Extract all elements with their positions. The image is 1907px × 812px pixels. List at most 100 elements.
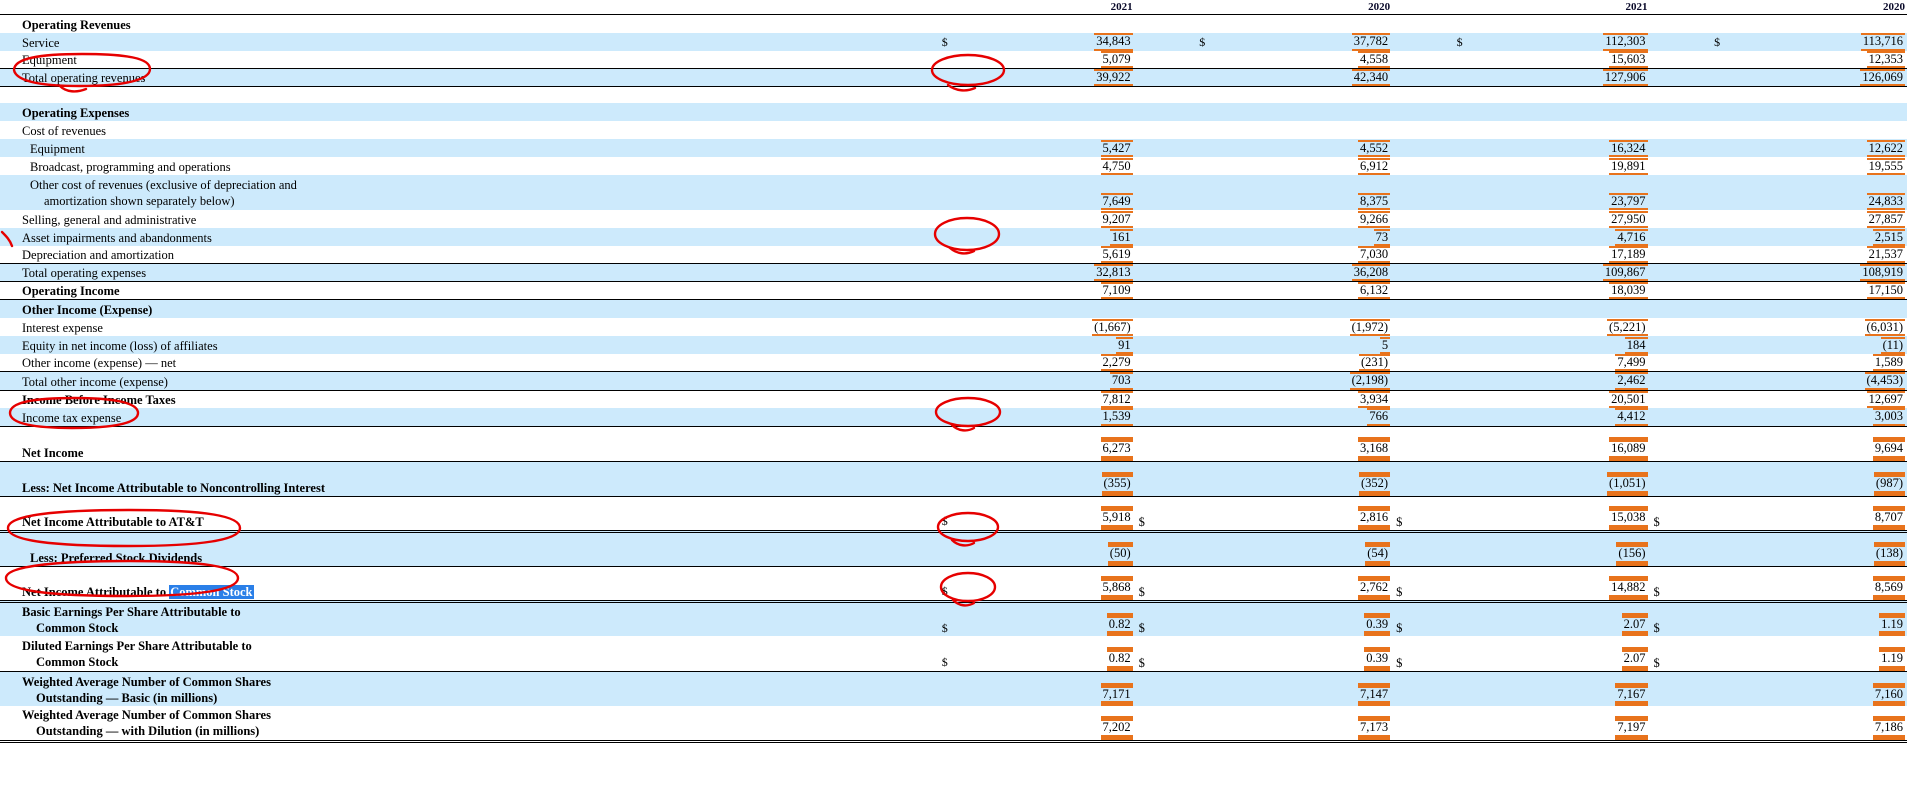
row-label-diluted-eps: Diluted Earnings Per Share Attributable …: [0, 636, 924, 672]
cell-total-other-income-c3: 2,462: [1480, 371, 1650, 391]
currency-symbol: $: [923, 601, 966, 637]
currency-symbol: $: [1392, 496, 1439, 533]
row-label-operating-income: Operating Income: [0, 281, 924, 301]
table-row: Depreciation and amortization 5,619 7,03…: [0, 245, 1907, 264]
income-statement-table: 2021 2020 2021 2020 Operating Revenues S…: [0, 0, 1907, 743]
cell-preferred-dividends-c2: (54): [1223, 531, 1393, 567]
cell-cor-equipment-c4: 12,622: [1738, 138, 1907, 157]
cell-operating-income-c3: 18,039: [1480, 281, 1650, 301]
currency-symbol: $: [1392, 601, 1439, 637]
cell-total-operating-revenues-c3: 127,906: [1480, 68, 1650, 88]
table-row: Other income (expense) — net 2,279 (231)…: [0, 353, 1907, 372]
cell-wavg-diluted-c1: 7,202: [965, 706, 1135, 743]
cell-noncontrolling-c2: (352): [1223, 461, 1393, 497]
cell-equipment-c1: 5,079: [965, 50, 1135, 69]
cell-sga-c4: 27,857: [1738, 209, 1907, 228]
column-header-2020-a: 2020: [1223, 0, 1393, 16]
cell-service-c2: 37,782: [1223, 32, 1393, 51]
cell-depreciation-c3: 17,189: [1480, 245, 1650, 264]
table-row: Asset impairments and abandonments 161 7…: [0, 227, 1907, 246]
cell-total-operating-revenues-c4: 126,069: [1738, 68, 1907, 88]
cell-diluted-eps-c4: 1.19: [1738, 636, 1907, 672]
financial-statement-sheet: 2021 2020 2021 2020 Operating Revenues S…: [0, 0, 1907, 812]
table-row: Total operating revenues 39,922 42,340 1…: [0, 68, 1907, 88]
table-row: Total other income (expense) 703 (2,198)…: [0, 371, 1907, 391]
cell-wavg-basic-c3: 7,167: [1480, 671, 1650, 707]
table-row: Equipment 5,427 4,552 16,324 12,622: [0, 138, 1907, 157]
currency-symbol: $: [1134, 566, 1182, 603]
cell-basic-eps-c1: 0.82: [965, 601, 1135, 637]
currency-symbol: $: [1649, 496, 1697, 533]
currency-symbol: $: [923, 32, 966, 51]
section-heading-label: Operating Revenues: [0, 14, 924, 33]
cell-equipment-c2: 4,558: [1223, 50, 1393, 69]
cell-total-other-income-c2: (2,198): [1223, 371, 1393, 391]
cell-other-cor-c3: 23,797: [1480, 174, 1650, 210]
row-label-prefix: Net Income Attributable to: [22, 584, 170, 599]
row-label-income-before-income-taxes: Income Before Income Taxes: [0, 390, 924, 409]
row-label-cor-equipment: Equipment: [0, 138, 924, 157]
column-header-remnant-row: 2021 2020 2021 2020: [0, 0, 1907, 16]
row-label-line2: Common Stock: [36, 655, 119, 670]
currency-symbol: $: [1649, 601, 1697, 637]
row-label-wavg-shares-diluted: Weighted Average Number of Common Shares…: [0, 706, 924, 743]
cell-depreciation-c2: 7,030: [1223, 245, 1393, 264]
cell-preferred-dividends-c3: (156): [1480, 531, 1650, 567]
cell-asset-impairments-c4: 2,515: [1738, 227, 1907, 246]
cell-net-income-c1: 6,273: [965, 426, 1135, 462]
cell-sga-c2: 9,266: [1223, 209, 1393, 228]
cell-income-tax-expense-c4: 3,003: [1738, 408, 1907, 427]
cell-income-before-taxes-c4: 12,697: [1738, 390, 1907, 409]
table-row: Basic Earnings Per Share Attributable to…: [0, 601, 1907, 637]
table-row: Weighted Average Number of Common Shares…: [0, 706, 1907, 743]
header-spacer: [0, 0, 924, 16]
row-label-line2: Common Stock: [36, 620, 119, 635]
currency-symbol: $: [1696, 32, 1739, 51]
cell-service-c1: 34,843: [965, 32, 1135, 51]
currency-symbol: $: [1134, 636, 1182, 672]
currency-symbol: $: [1181, 32, 1224, 51]
cell-interest-expense-c1: (1,667): [965, 317, 1135, 336]
row-label-total-operating-revenues: Total operating revenues: [0, 68, 924, 88]
table-row: Interest expense (1,667) (1,972) (5,221)…: [0, 317, 1907, 336]
cell-ni-common-c1: 5,868: [965, 566, 1135, 603]
table-row: Broadcast, programming and operations 4,…: [0, 156, 1907, 175]
row-label-service: Service: [0, 32, 924, 51]
row-label-line2: amortization shown separately below): [44, 194, 235, 209]
row-label-equity-net-income-affiliates: Equity in net income (loss) of affiliate…: [0, 335, 924, 354]
currency-symbol: $: [1649, 566, 1697, 603]
cell-noncontrolling-c3: (1,051): [1480, 461, 1650, 497]
row-label-net-income-attributable-att: Net Income Attributable to AT&T: [0, 496, 924, 533]
row-label-total-operating-expenses: Total operating expenses: [0, 263, 924, 282]
cell-wavg-basic-c2: 7,147: [1223, 671, 1393, 707]
cell-total-opex-c2: 36,208: [1223, 263, 1393, 282]
cell-wavg-basic-c1: 7,171: [965, 671, 1135, 707]
row-label-line1: Diluted Earnings Per Share Attributable …: [22, 639, 252, 654]
cell-income-tax-expense-c3: 4,412: [1480, 408, 1650, 427]
cell-wavg-basic-c4: 7,160: [1738, 671, 1907, 707]
cell-basic-eps-c2: 0.39: [1223, 601, 1393, 637]
cell-broadcast-c4: 19,555: [1738, 156, 1907, 175]
row-label-interest-expense: Interest expense: [0, 317, 924, 336]
row-label-other-income-expense-net: Other income (expense) — net: [0, 353, 924, 372]
row-label-income-tax-expense: Income tax expense: [0, 408, 924, 427]
currency-symbol: $: [1134, 601, 1182, 637]
cell-total-opex-c3: 109,867: [1480, 263, 1650, 282]
row-label-less-preferred-stock-dividends: Less: Preferred Stock Dividends: [0, 531, 924, 567]
text-selection-highlight[interactable]: Common Stock: [169, 584, 254, 599]
cell-basic-eps-c3: 2.07: [1480, 601, 1650, 637]
cell-interest-expense-c2: (1,972): [1223, 317, 1393, 336]
row-label-equipment: Equipment: [0, 50, 924, 69]
cell-cor-equipment-c2: 4,552: [1223, 138, 1393, 157]
table-row: Income Before Income Taxes 7,812 3,934 2…: [0, 390, 1907, 409]
cell-total-other-income-c4: (4,453): [1738, 371, 1907, 391]
cell-basic-eps-c4: 1.19: [1738, 601, 1907, 637]
currency-symbol: $: [1392, 636, 1439, 672]
section-heading-label: Operating Expenses: [0, 102, 924, 121]
cell-service-c4: 113,716: [1738, 32, 1907, 51]
row-label-asset-impairments: Asset impairments and abandonments: [0, 227, 924, 246]
cell-ni-att-c2: 2,816: [1223, 496, 1393, 533]
cell-ni-common-c4: 8,569: [1738, 566, 1907, 603]
cell-cor-equipment-c1: 5,427: [965, 138, 1135, 157]
cell-service-c3: 112,303: [1480, 32, 1650, 51]
